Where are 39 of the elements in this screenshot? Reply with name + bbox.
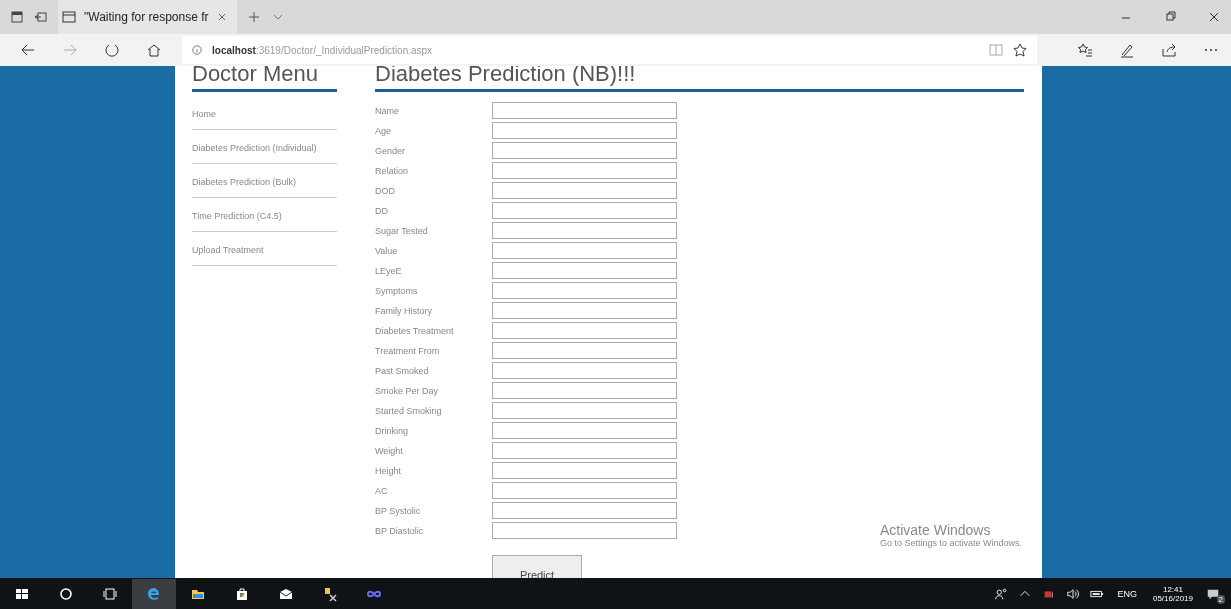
field-label: Name bbox=[375, 105, 400, 116]
field-label: Weight bbox=[375, 445, 404, 456]
menu-link[interactable]: Diabetes Prediction (Individual) bbox=[192, 136, 337, 164]
field-label: LEyeE bbox=[375, 265, 403, 276]
field-label: BP Systolic bbox=[375, 505, 422, 516]
url-text: localhost:3619/Doctor/_IndividualPrediction.aspx bbox=[212, 44, 433, 56]
field-label: Gender bbox=[375, 145, 407, 156]
field-label: BP Diastolic bbox=[375, 525, 425, 536]
tab-title: "Waiting for response fr bbox=[84, 10, 209, 24]
sidebar-heading: Doctor Menu bbox=[192, 66, 319, 86]
menu-link[interactable]: Upload Treatment bbox=[192, 238, 337, 266]
field-label: Height bbox=[375, 465, 402, 476]
field-label: Past Smoked bbox=[375, 365, 430, 376]
field-label: Sugar Tested bbox=[375, 225, 429, 236]
field-label: Drinking bbox=[375, 425, 409, 436]
menu-link[interactable]: Diabetes Prediction (Bulk) bbox=[192, 170, 337, 198]
predict-button[interactable]: Predict bbox=[492, 555, 582, 578]
field-label: Family History bbox=[375, 305, 433, 316]
field-label: DD bbox=[375, 205, 389, 216]
activation-text: Go to Settings to activate Windows. bbox=[880, 538, 1023, 548]
address-bar[interactable]: localhost:3619/Doctor/_IndividualPrediction.aspx bbox=[182, 36, 1037, 64]
field-label: Started Smoking bbox=[375, 405, 443, 416]
field-label: Relation bbox=[375, 165, 410, 176]
field-label: Age bbox=[375, 125, 392, 136]
field-label: Smoke Per Day bbox=[375, 385, 440, 396]
menu-link[interactable]: Time Prediction (C4.5) bbox=[192, 204, 337, 232]
field-label: Treatment From bbox=[375, 345, 441, 356]
field-label: Value bbox=[375, 245, 399, 256]
field-label: AC bbox=[375, 485, 389, 496]
field-label: Symptoms bbox=[375, 285, 419, 296]
activation-title: Activate Windows bbox=[880, 522, 992, 538]
notifications-button[interactable]: 2 bbox=[1201, 586, 1225, 601]
menu-link[interactable]: Home bbox=[192, 102, 337, 130]
field-label: Diabetes Treatment bbox=[375, 325, 455, 336]
notification-count: 2 bbox=[1216, 594, 1225, 604]
language-indicator[interactable]: ENG bbox=[1117, 588, 1137, 599]
field-label: DOD bbox=[375, 185, 396, 196]
browser-tab[interactable]: "Waiting for response fr bbox=[58, 0, 237, 34]
clock[interactable]: 12:41 05/16/2019 bbox=[1152, 584, 1193, 603]
